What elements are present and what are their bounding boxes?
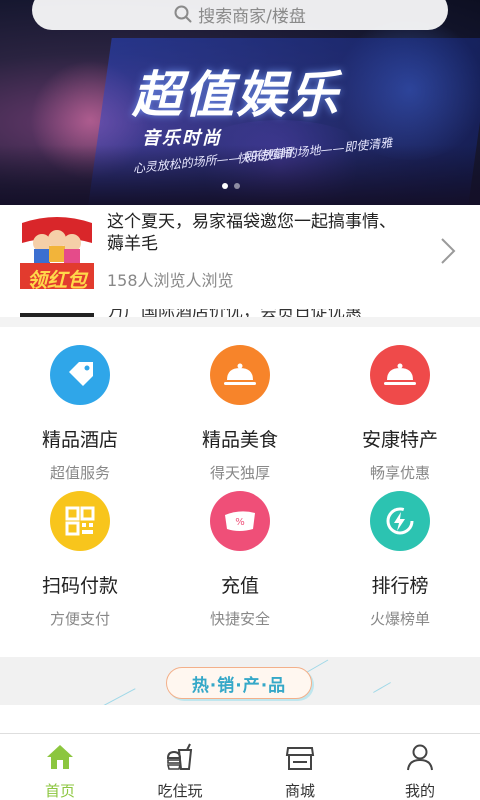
- category-scan-pay[interactable]: 扫码付款 方便支付: [0, 473, 160, 628]
- thumbnail-label: 领红包: [27, 268, 87, 289]
- lightning-icon: [370, 491, 430, 551]
- search-icon: [174, 5, 192, 23]
- qrcode-icon: [50, 491, 110, 551]
- tab-mall[interactable]: 商城: [240, 734, 360, 800]
- category-hotel[interactable]: 精品酒店 超值服务: [0, 327, 160, 482]
- decor-line: [373, 682, 391, 693]
- hot-products-pill: 热·销·产·品: [166, 667, 312, 699]
- category-grid: 精品酒店 超值服务 精品美食 得天独厚 安康特产 畅享优惠 扫码付款 方便支付 …: [0, 327, 480, 657]
- news-view-count: 158人浏览人浏览: [107, 271, 234, 290]
- news-thumbnail: [20, 313, 94, 317]
- news-list[interactable]: 领红包 这个夏天，易家福袋邀您一起搞事情、薅羊毛 158人浏览人浏览 万广国际酒…: [0, 205, 480, 317]
- category-recharge[interactable]: % 充值 快捷安全: [160, 473, 320, 628]
- drink-icon: [166, 743, 193, 770]
- search-input[interactable]: 搜索商家/楼盘: [32, 0, 448, 30]
- category-sublabel: 方便支付: [49, 610, 110, 628]
- category-ranking[interactable]: 排行榜 火爆榜单: [320, 473, 480, 628]
- news-next-title[interactable]: 万广国际酒店价优，会员日促优惠: [107, 309, 407, 317]
- news-title[interactable]: 这个夏天，易家福袋邀您一起搞事情、薅羊毛: [107, 211, 407, 255]
- banner-subtitle: 音乐时尚: [142, 128, 222, 149]
- cloche-icon: [370, 345, 430, 405]
- store-icon: [285, 747, 315, 770]
- tab-label: 吃住玩: [157, 782, 203, 800]
- tab-label: 商城: [284, 782, 315, 800]
- category-label: 精品美食: [201, 429, 278, 451]
- category-specialty[interactable]: 安康特产 畅享优惠: [320, 327, 480, 482]
- search-placeholder: 搜索商家/楼盘: [198, 6, 306, 27]
- category-sublabel: 快捷安全: [209, 610, 270, 628]
- carousel-dot[interactable]: [222, 183, 228, 189]
- category-label: 扫码付款: [41, 575, 118, 597]
- bottom-tab-bar: 首页 吃住玩 商城 我的: [0, 733, 480, 800]
- category-label: 精品酒店: [41, 429, 118, 451]
- food-cloche-icon: [210, 345, 270, 405]
- category-label: 安康特产: [361, 429, 438, 451]
- tab-home[interactable]: 首页: [0, 734, 120, 800]
- tab-mine[interactable]: 我的: [360, 734, 480, 800]
- banner-title: 超值娱乐: [132, 66, 340, 124]
- tag-icon: [50, 345, 110, 405]
- category-food[interactable]: 精品美食 得天独厚: [160, 327, 320, 482]
- category-label: 充值: [220, 575, 259, 597]
- carousel-dots[interactable]: [222, 183, 240, 189]
- promo-banner[interactable]: 超值娱乐 音乐时尚 心灵放松的场所—— 即使喧闹 快乐放肆的场地——即使清雅: [0, 0, 480, 205]
- carousel-dot[interactable]: [234, 183, 240, 189]
- product-list: [0, 705, 480, 735]
- coupon-icon: %: [210, 491, 270, 551]
- tab-label: 首页: [44, 782, 75, 800]
- news-thumbnail: 领红包: [20, 213, 94, 289]
- hot-products-title: 热·销·产·品: [191, 675, 287, 696]
- tab-eat-stay-play[interactable]: 吃住玩: [120, 734, 240, 800]
- home-icon: [47, 745, 73, 769]
- tab-label: 我的: [404, 782, 435, 800]
- hot-products-header: 热·销·产·品: [0, 657, 480, 711]
- svg-text:%: %: [235, 517, 245, 528]
- user-icon: [407, 744, 433, 771]
- chevron-right-icon[interactable]: [440, 237, 456, 265]
- category-sublabel: 火爆榜单: [369, 610, 430, 628]
- category-label: 排行榜: [371, 575, 429, 597]
